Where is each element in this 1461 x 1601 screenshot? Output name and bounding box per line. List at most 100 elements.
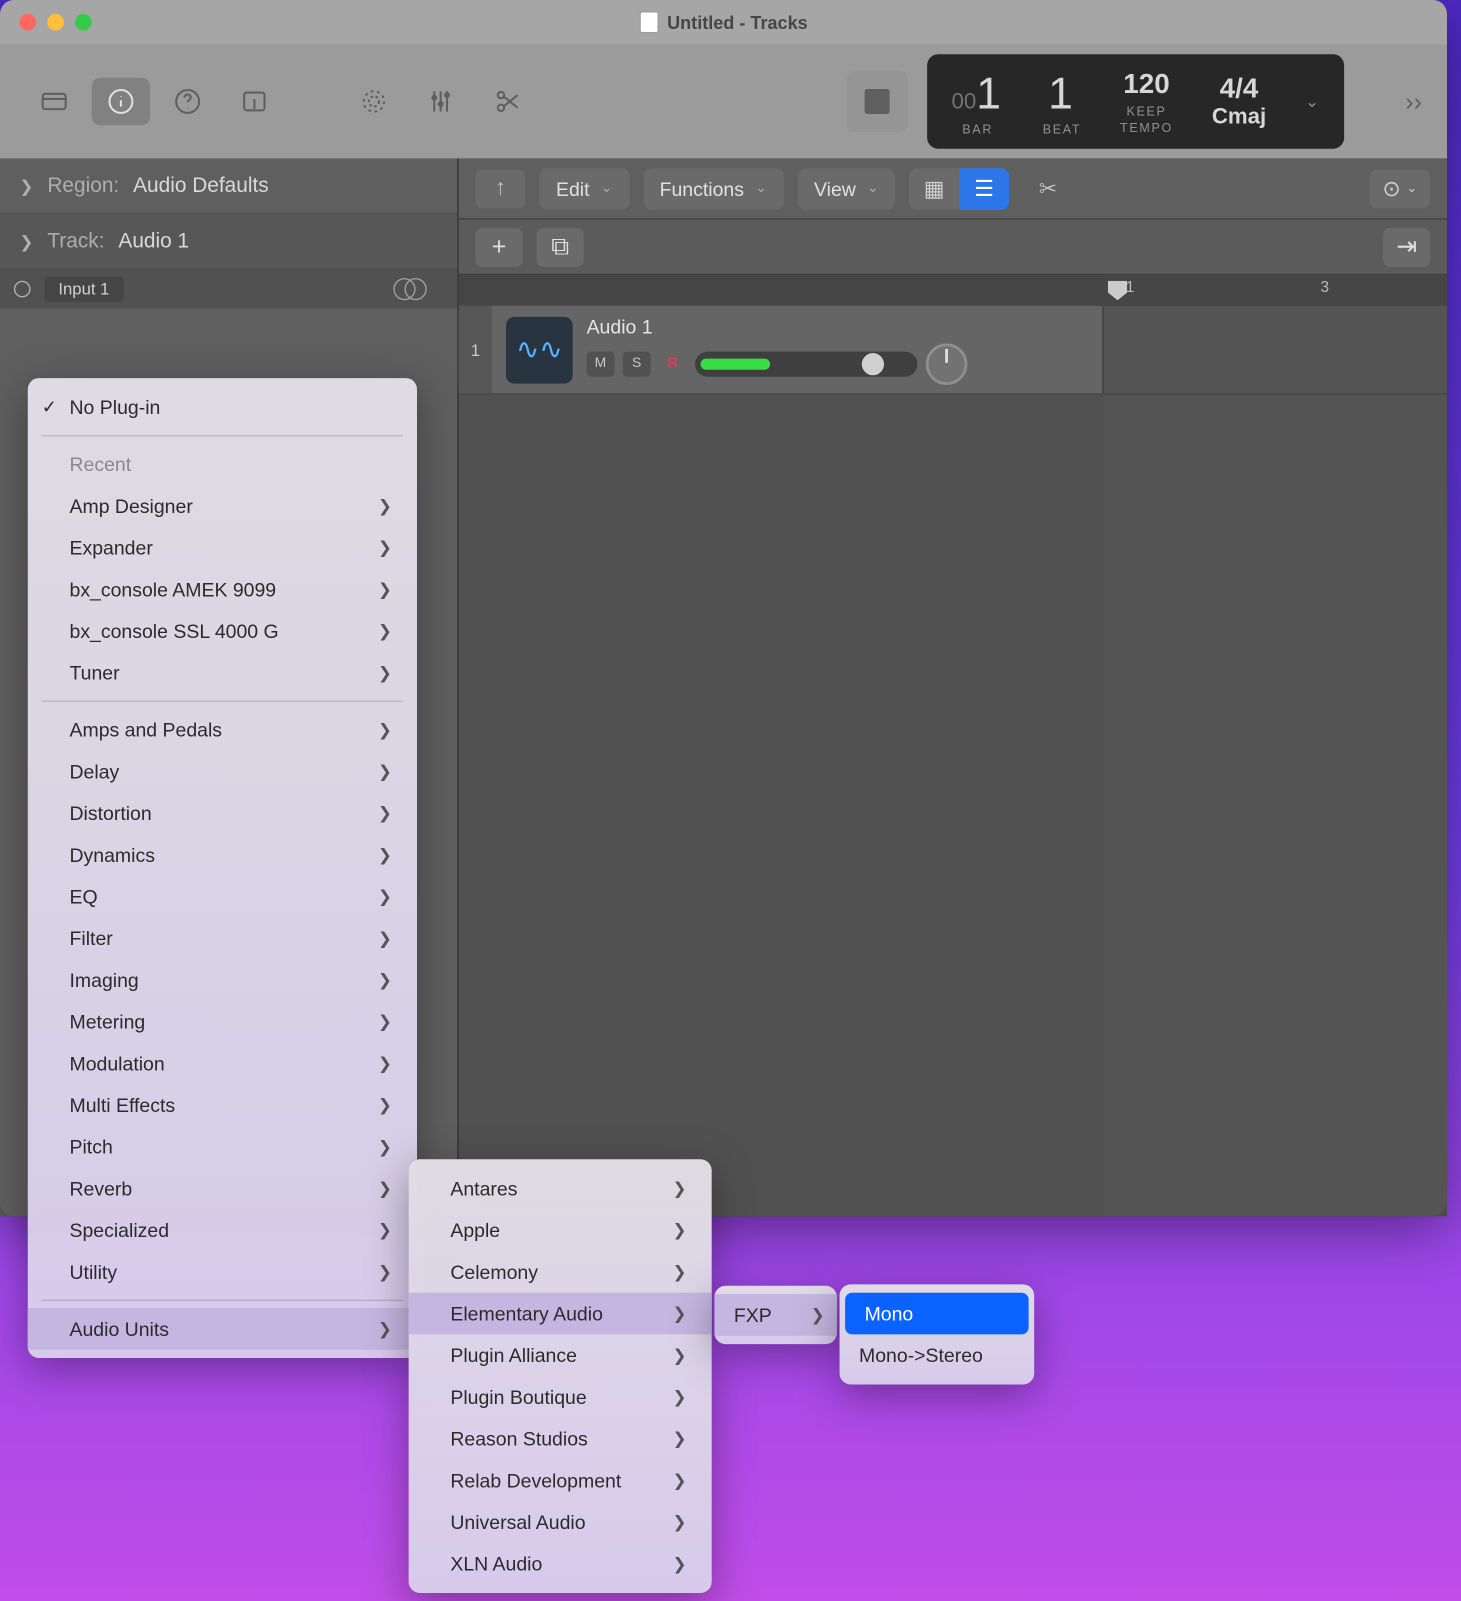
list-view-button[interactable]: ☰ bbox=[959, 167, 1009, 209]
scissors-button[interactable] bbox=[478, 78, 536, 125]
lcd-beat-value: 1 bbox=[1043, 67, 1081, 118]
menu-item-category[interactable]: Modulation❯ bbox=[28, 1043, 417, 1085]
grid-view-button[interactable]: ▦ bbox=[909, 167, 959, 209]
stop-button[interactable] bbox=[846, 71, 907, 132]
menu-item-recent[interactable]: bx_console AMEK 9099❯ bbox=[28, 569, 417, 611]
ruler-tick: 3 bbox=[1321, 279, 1330, 296]
main-toolbar: 001 BAR 1 BEAT 120 KEEP TEMPO 4/4 Cmaj ⌄ bbox=[0, 44, 1447, 158]
lcd-tempo-value: 120 bbox=[1120, 69, 1173, 101]
track-value: Audio 1 bbox=[118, 229, 189, 253]
menu-item-recent[interactable]: Tuner❯ bbox=[28, 652, 417, 694]
solo-button[interactable]: S bbox=[623, 351, 651, 376]
menu-item-category[interactable]: Distortion❯ bbox=[28, 792, 417, 834]
menu-item-no-plugin[interactable]: ✓No Plug-in bbox=[28, 386, 417, 428]
mixer-button[interactable] bbox=[411, 78, 469, 125]
functions-menu[interactable]: Functions⌄ bbox=[643, 167, 784, 209]
menu-item-vendor-selected[interactable]: Elementary Audio❯ bbox=[409, 1293, 712, 1335]
region-row[interactable]: ❯ Region: Audio Defaults bbox=[0, 158, 457, 214]
chevron-right-icon: ❯ bbox=[19, 176, 33, 195]
ruler[interactable]: 1 3 bbox=[1104, 275, 1447, 306]
record-enable-button[interactable]: R bbox=[659, 351, 687, 376]
view-mode-segment: ▦ ☰ bbox=[909, 167, 1009, 209]
lcd-bar-label: BAR bbox=[952, 122, 1004, 136]
window-title-text: Untitled - Tracks bbox=[667, 12, 808, 33]
catch-button[interactable]: ⇥ bbox=[1383, 227, 1430, 266]
channel-strip-header: Input 1 bbox=[0, 270, 457, 309]
menu-item-vendor[interactable]: Plugin Alliance❯ bbox=[409, 1334, 712, 1376]
input-slot[interactable]: Input 1 bbox=[44, 277, 123, 302]
menu-item-vendor[interactable]: Universal Audio❯ bbox=[409, 1501, 712, 1543]
lcd-bar-dim: 00 bbox=[952, 90, 977, 114]
menu-item-vendor[interactable]: Plugin Boutique❯ bbox=[409, 1376, 712, 1418]
view-menu[interactable]: View⌄ bbox=[797, 167, 895, 209]
track-lane[interactable] bbox=[1104, 306, 1447, 394]
pan-knob[interactable] bbox=[926, 343, 968, 385]
menu-item-recent[interactable]: Amp Designer❯ bbox=[28, 485, 417, 527]
plugin-menu: ✓No Plug-in Recent Amp Designer❯ Expande… bbox=[28, 378, 417, 1358]
region-value: Audio Defaults bbox=[133, 174, 269, 198]
mute-button[interactable]: M bbox=[587, 351, 615, 376]
menu-item-vendor[interactable]: Antares❯ bbox=[409, 1168, 712, 1210]
library-button[interactable] bbox=[25, 78, 83, 125]
track-row-inspector[interactable]: ❯ Track: Audio 1 bbox=[0, 214, 457, 270]
menu-item-category[interactable]: Dynamics❯ bbox=[28, 834, 417, 876]
menu-item-vendor[interactable]: XLN Audio❯ bbox=[409, 1543, 712, 1585]
menu-item-vendor[interactable]: Reason Studios❯ bbox=[409, 1418, 712, 1460]
menu-item-category[interactable]: Imaging❯ bbox=[28, 959, 417, 1001]
volume-slider[interactable] bbox=[695, 351, 917, 376]
lcd-sig-value: 4/4 bbox=[1212, 73, 1266, 105]
lcd-display[interactable]: 001 BAR 1 BEAT 120 KEEP TEMPO 4/4 Cmaj ⌄ bbox=[927, 54, 1345, 149]
duplicate-track-button[interactable]: ⧉ bbox=[537, 227, 584, 266]
help-button[interactable] bbox=[158, 78, 216, 125]
track-name[interactable]: Audio 1 bbox=[587, 315, 1089, 337]
menu-item-category[interactable]: Reverb❯ bbox=[28, 1168, 417, 1210]
menu-item-category[interactable]: Filter❯ bbox=[28, 917, 417, 959]
add-track-button[interactable]: + bbox=[475, 227, 522, 266]
channel-config-menu: Mono Mono->Stereo bbox=[840, 1284, 1035, 1384]
circle-icon bbox=[14, 281, 31, 298]
track-header[interactable]: 1 ∿∿ Audio 1 M S R bbox=[459, 306, 1104, 395]
stop-icon bbox=[864, 89, 889, 114]
settings-button[interactable]: ⊙ ⌄ bbox=[1369, 169, 1430, 208]
timeline[interactable]: 1 3 bbox=[1104, 275, 1447, 1216]
menu-item-category[interactable]: Pitch❯ bbox=[28, 1126, 417, 1168]
edit-menu[interactable]: Edit⌄ bbox=[539, 167, 629, 209]
menu-item-fxp[interactable]: FXP❯ bbox=[714, 1294, 836, 1336]
menu-item-category[interactable]: Specialized❯ bbox=[28, 1209, 417, 1251]
hierarchy-up-button[interactable]: ↑ bbox=[475, 169, 525, 208]
menu-item-audio-units[interactable]: Audio Units❯ bbox=[28, 1308, 417, 1350]
track-number: 1 bbox=[459, 306, 492, 394]
snap-button[interactable]: ✂︎ bbox=[1023, 169, 1073, 208]
menu-item-category[interactable]: Amps and Pedals❯ bbox=[28, 709, 417, 751]
smart-controls-button[interactable] bbox=[345, 78, 403, 125]
waveform-icon: ∿∿ bbox=[516, 332, 563, 367]
document-icon bbox=[639, 11, 658, 33]
lcd-chevron-icon[interactable]: ⌄ bbox=[1305, 92, 1319, 111]
menu-item-vendor[interactable]: Relab Development❯ bbox=[409, 1460, 712, 1502]
chevron-right-icon: ❯ bbox=[19, 231, 33, 250]
menu-item-category[interactable]: Metering❯ bbox=[28, 1001, 417, 1043]
lcd-bar-value: 1 bbox=[976, 67, 1004, 117]
inspector-button[interactable] bbox=[92, 78, 150, 125]
region-label: Region: bbox=[47, 174, 119, 198]
menu-item-vendor[interactable]: Celemony❯ bbox=[409, 1251, 712, 1293]
toolbar-overflow-button[interactable]: ›› bbox=[1405, 87, 1422, 116]
menu-header-recent: Recent bbox=[28, 443, 417, 485]
menu-item-category[interactable]: Multi Effects❯ bbox=[28, 1084, 417, 1126]
menu-item-mono-stereo[interactable]: Mono->Stereo bbox=[840, 1334, 1035, 1376]
menu-item-recent[interactable]: Expander❯ bbox=[28, 527, 417, 569]
menu-item-mono[interactable]: Mono bbox=[845, 1293, 1028, 1335]
menu-item-category[interactable]: Utility❯ bbox=[28, 1251, 417, 1293]
track-icon[interactable]: ∿∿ bbox=[506, 316, 573, 383]
stereo-icon[interactable] bbox=[377, 278, 444, 300]
menu-item-vendor[interactable]: Apple❯ bbox=[409, 1209, 712, 1251]
toolbar-button[interactable] bbox=[225, 78, 283, 125]
menu-item-category[interactable]: Delay❯ bbox=[28, 751, 417, 793]
track-label: Track: bbox=[47, 229, 104, 253]
window-title: Untitled - Tracks bbox=[0, 11, 1447, 33]
menu-item-category[interactable]: EQ❯ bbox=[28, 876, 417, 918]
plugin-submenu: FXP❯ bbox=[714, 1286, 836, 1344]
lcd-beat-label: BEAT bbox=[1043, 122, 1081, 136]
lcd-tempo-keep: KEEP bbox=[1120, 104, 1173, 118]
menu-item-recent[interactable]: bx_console SSL 4000 G❯ bbox=[28, 610, 417, 652]
